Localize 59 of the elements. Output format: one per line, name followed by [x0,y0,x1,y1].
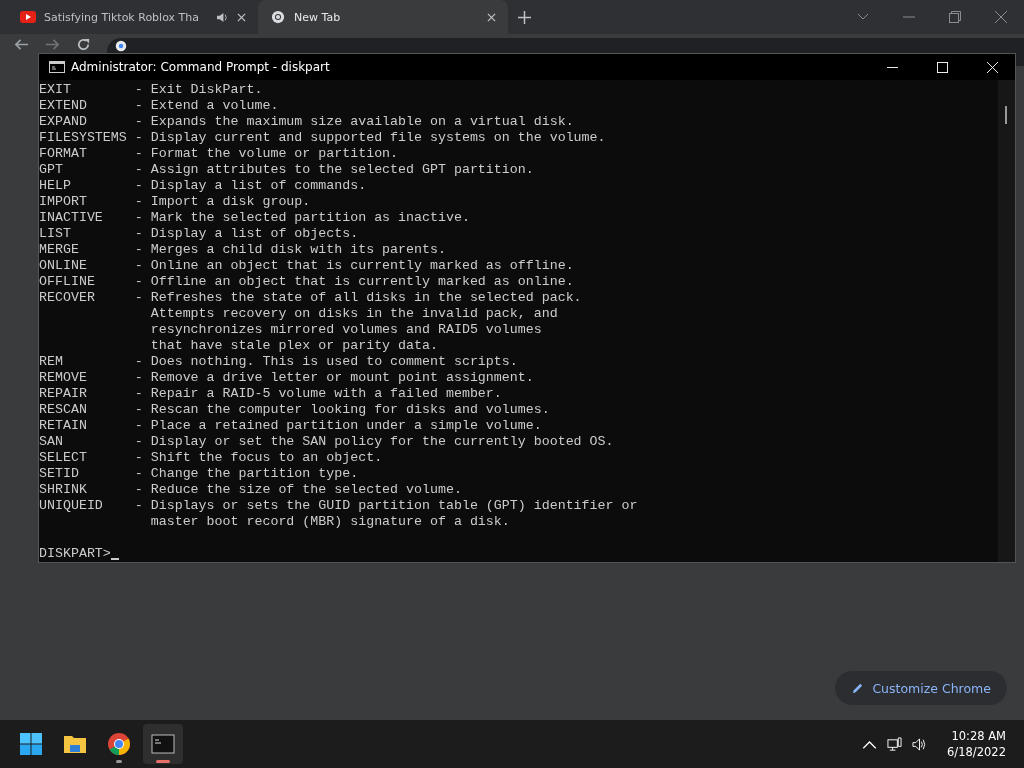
window-title: Administrator: Command Prompt - diskpart [71,60,330,74]
chrome-icon [270,10,286,24]
text-cursor [110,558,119,560]
console-line: EXTEND - Extend a volume. [39,98,280,114]
console-line: ONLINE - Online an object that is currently marked as offline. [39,258,575,274]
console-line: OFFLINE - Offline an object that is currently marked as online. [39,274,575,290]
console-line: FORMAT - Format the volume or partition. [39,146,400,162]
customize-chrome-button[interactable]: Customize Chrome [835,671,1007,705]
console-line: REMOVE - Remove a drive letter or mount point assignment. [39,370,535,386]
console-line: LIST - Display a list of objects. [39,226,360,242]
taskbar-app[interactable] [143,724,183,764]
play-icon [20,10,36,24]
console-line: IMPORT - Import a disk group. [39,194,312,210]
close-icon[interactable] [487,12,496,22]
new-tab-icon[interactable] [518,10,531,24]
console-line: SHRINK - Reduce the size of the selected volume. [39,482,463,498]
console-line: that have stale plex or parity data. [149,338,439,354]
console-line: REPAIR - Repair a RAID-5 volume with a failed member. [39,386,503,402]
console-line: resynchronizes mirrored volumes and RAID5 volumes [149,322,543,338]
console-line: SAN - Display or set the SAN policy for the currently booted OS. [39,434,615,450]
console-line: master boot record (MBR) signature of a disk. [149,514,511,530]
console-line: SETID - Change the partition type. [39,466,360,482]
reload-icon[interactable] [76,37,91,52]
browser-tab[interactable]: Satisfying Tiktok Roblox Tha [8,0,258,34]
clock-time: 10:28 AM [951,728,1006,744]
tab-title: Satisfying Tiktok Roblox Tha [44,10,200,24]
console-line: MERGE - Merges a child disk with its parents. [39,242,447,258]
clock[interactable]: 10:28 AM 6/18/2022 [947,728,1006,760]
console-line: REM - Does nothing. This is used to comment scripts. [39,354,519,370]
speaker-icon[interactable] [912,736,928,752]
back-icon[interactable] [14,37,29,52]
terminal-icon [49,61,65,73]
terminal-icon [151,732,175,756]
restore-icon[interactable] [949,11,961,23]
console-prompt: DISKPART> [39,546,111,562]
windows-icon [19,732,43,756]
network-icon[interactable] [887,736,903,752]
console-line: UNIQUEID - Displays or sets the GUID partition table (GPT) identifier or [39,498,639,514]
console-line: RECOVER - Refreshes the state of all disks in the selected pack. [39,290,583,306]
console-line: FILESYSTEMS - Display current and supported file systems on the volume. [39,130,607,146]
console-line: GPT - Assign attributes to the selected GPT partition. [39,162,535,178]
scrollbar-thumb[interactable] [1005,106,1007,124]
clock-date: 6/18/2022 [947,744,1006,760]
console-line: RETAIN - Place a retained partition under a simple volume. [39,418,543,434]
close-icon[interactable] [237,12,246,22]
speaker-icon[interactable] [216,11,229,23]
console-line: Attempts recovery on disks in the invalid pack, and [149,306,559,322]
console-line: HELP - Display a list of commands. [39,178,368,194]
browser-tab[interactable]: New Tab [258,0,508,34]
google-icon [115,40,127,52]
console-line: RESCAN - Rescan the computer looking for disks and volumes. [39,402,551,418]
console-line: INACTIVE - Mark the selected partition as inactive. [39,210,471,226]
tab-title: New Tab [294,10,342,24]
console-line: SELECT - Shift the focus to an object. [39,450,384,466]
pencil-icon [851,681,865,695]
console-line: EXPAND - Expands the maximum size available on a virtual disk. [39,114,575,130]
maximize-icon[interactable] [937,61,948,73]
chrome-icon [107,732,131,756]
console-line: EXIT - Exit DiskPart. [39,82,264,98]
